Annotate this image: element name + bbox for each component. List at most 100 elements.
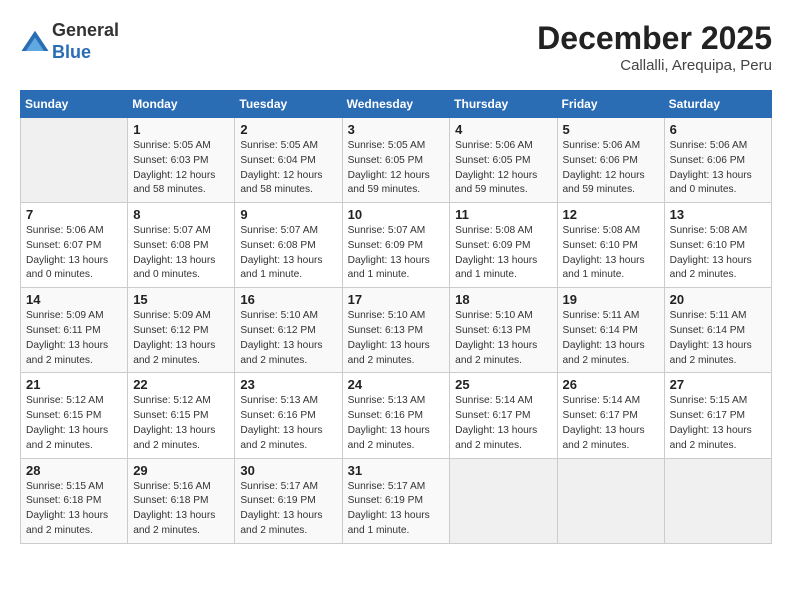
calendar-cell: 18 Sunrise: 5:10 AM Sunset: 6:13 PM Dayli… [450, 288, 557, 373]
day-of-week-saturday: Saturday [664, 91, 771, 118]
calendar-cell [21, 118, 128, 203]
calendar-cell: 5Sunrise: 5:06 AM Sunset: 6:06 PM Daylig… [557, 118, 664, 203]
calendar-cell: 10 Sunrise: 5:07 AM Sunset: 6:09 PM Dayli… [342, 203, 450, 288]
day-info: Sunrise: 5:10 AM Sunset: 6:13 PM Dayligh… [455, 309, 551, 368]
calendar-cell: 9 Sunrise: 5:07 AM Sunset: 6:08 PM Daylig… [235, 203, 342, 288]
day-number: 12 [563, 207, 659, 222]
day-info: Sunrise: 5:15 AM Sunset: 6:17 PM Dayligh… [670, 394, 766, 453]
calendar-header: SundayMondayTuesdayWednesdayThursdayFrid… [21, 91, 772, 118]
day-number: 24 [348, 377, 445, 392]
logo-blue: Blue [52, 42, 119, 64]
day-number: 18 [455, 292, 551, 307]
week-row-1: 1 Sunrise: 5:05 AM Sunset: 6:03 PM Daylig… [21, 118, 772, 203]
week-row-4: 21 Sunrise: 5:12 AM Sunset: 6:15 PM Dayli… [21, 373, 772, 458]
day-info: Sunrise: 5:15 AM Sunset: 6:18 PM Dayligh… [26, 480, 122, 539]
calendar-cell: 14 Sunrise: 5:09 AM Sunset: 6:11 PM Dayli… [21, 288, 128, 373]
day-info: Sunrise: 5:17 AM Sunset: 6:19 PM Dayligh… [348, 480, 445, 539]
calendar-cell: 27Sunrise: 5:15 AM Sunset: 6:17 PM Dayli… [664, 373, 771, 458]
calendar-cell: 8 Sunrise: 5:07 AM Sunset: 6:08 PM Daylig… [128, 203, 235, 288]
day-number: 23 [240, 377, 336, 392]
calendar-cell: 16 Sunrise: 5:10 AM Sunset: 6:12 PM Dayli… [235, 288, 342, 373]
calendar-body: 1 Sunrise: 5:05 AM Sunset: 6:03 PM Daylig… [21, 118, 772, 544]
day-number: 31 [348, 463, 445, 478]
day-of-week-thursday: Thursday [450, 91, 557, 118]
calendar-table: SundayMondayTuesdayWednesdayThursdayFrid… [20, 90, 772, 544]
day-number: 8 [133, 207, 229, 222]
calendar-cell: 15Sunrise: 5:09 AM Sunset: 6:12 PM Dayli… [128, 288, 235, 373]
day-info: Sunrise: 5:06 AM Sunset: 6:07 PM Dayligh… [26, 224, 122, 283]
day-info: Sunrise: 5:07 AM Sunset: 6:08 PM Dayligh… [133, 224, 229, 283]
calendar-cell: 31 Sunrise: 5:17 AM Sunset: 6:19 PM Dayli… [342, 458, 450, 543]
calendar-cell: 12 Sunrise: 5:08 AM Sunset: 6:10 PM Dayli… [557, 203, 664, 288]
week-row-2: 7 Sunrise: 5:06 AM Sunset: 6:07 PM Daylig… [21, 203, 772, 288]
calendar-cell: 28 Sunrise: 5:15 AM Sunset: 6:18 PM Dayli… [21, 458, 128, 543]
location: Callalli, Arequipa, Peru [537, 57, 772, 74]
month-title: December 2025 [537, 20, 772, 57]
day-info: Sunrise: 5:16 AM Sunset: 6:18 PM Dayligh… [133, 480, 229, 539]
day-info: Sunrise: 5:14 AM Sunset: 6:17 PM Dayligh… [563, 394, 659, 453]
calendar-cell: 6Sunrise: 5:06 AM Sunset: 6:06 PM Daylig… [664, 118, 771, 203]
calendar-cell: 24 Sunrise: 5:13 AM Sunset: 6:16 PM Dayli… [342, 373, 450, 458]
logo-general: General [52, 20, 119, 42]
day-number: 19 [563, 292, 659, 307]
day-number: 25 [455, 377, 551, 392]
calendar-cell: 7 Sunrise: 5:06 AM Sunset: 6:07 PM Daylig… [21, 203, 128, 288]
day-of-week-sunday: Sunday [21, 91, 128, 118]
calendar-cell: 30Sunrise: 5:17 AM Sunset: 6:19 PM Dayli… [235, 458, 342, 543]
day-number: 29 [133, 463, 229, 478]
calendar-cell [664, 458, 771, 543]
day-info: Sunrise: 5:05 AM Sunset: 6:05 PM Dayligh… [348, 139, 445, 198]
day-number: 16 [240, 292, 336, 307]
day-number: 1 [133, 122, 229, 137]
day-of-week-friday: Friday [557, 91, 664, 118]
calendar-cell [450, 458, 557, 543]
day-number: 2 [240, 122, 336, 137]
calendar-cell: 2 Sunrise: 5:05 AM Sunset: 6:04 PM Daylig… [235, 118, 342, 203]
day-number: 22 [133, 377, 229, 392]
day-number: 11 [455, 207, 551, 222]
day-number: 7 [26, 207, 122, 222]
day-info: Sunrise: 5:05 AM Sunset: 6:03 PM Dayligh… [133, 139, 229, 198]
calendar-cell: 23 Sunrise: 5:13 AM Sunset: 6:16 PM Dayli… [235, 373, 342, 458]
calendar-cell: 21 Sunrise: 5:12 AM Sunset: 6:15 PM Dayli… [21, 373, 128, 458]
logo: General Blue [20, 20, 119, 63]
day-number: 15 [133, 292, 229, 307]
day-info: Sunrise: 5:06 AM Sunset: 6:05 PM Dayligh… [455, 139, 551, 198]
day-number: 17 [348, 292, 445, 307]
day-info: Sunrise: 5:13 AM Sunset: 6:16 PM Dayligh… [240, 394, 336, 453]
day-of-week-tuesday: Tuesday [235, 91, 342, 118]
day-number: 26 [563, 377, 659, 392]
day-info: Sunrise: 5:11 AM Sunset: 6:14 PM Dayligh… [563, 309, 659, 368]
calendar-cell: 20Sunrise: 5:11 AM Sunset: 6:14 PM Dayli… [664, 288, 771, 373]
day-number: 4 [455, 122, 551, 137]
calendar-cell: 4 Sunrise: 5:06 AM Sunset: 6:05 PM Daylig… [450, 118, 557, 203]
calendar-cell: 3Sunrise: 5:05 AM Sunset: 6:05 PM Daylig… [342, 118, 450, 203]
calendar-cell: 29 Sunrise: 5:16 AM Sunset: 6:18 PM Dayli… [128, 458, 235, 543]
day-info: Sunrise: 5:13 AM Sunset: 6:16 PM Dayligh… [348, 394, 445, 453]
calendar-cell: 13 Sunrise: 5:08 AM Sunset: 6:10 PM Dayli… [664, 203, 771, 288]
day-info: Sunrise: 5:05 AM Sunset: 6:04 PM Dayligh… [240, 139, 336, 198]
calendar-cell: 22Sunrise: 5:12 AM Sunset: 6:15 PM Dayli… [128, 373, 235, 458]
calendar-cell: 17Sunrise: 5:10 AM Sunset: 6:13 PM Dayli… [342, 288, 450, 373]
day-number: 20 [670, 292, 766, 307]
day-info: Sunrise: 5:08 AM Sunset: 6:10 PM Dayligh… [563, 224, 659, 283]
day-info: Sunrise: 5:08 AM Sunset: 6:10 PM Dayligh… [670, 224, 766, 283]
day-number: 21 [26, 377, 122, 392]
day-number: 14 [26, 292, 122, 307]
day-number: 10 [348, 207, 445, 222]
title-block: December 2025 Callalli, Arequipa, Peru [537, 20, 772, 74]
day-info: Sunrise: 5:07 AM Sunset: 6:08 PM Dayligh… [240, 224, 336, 283]
calendar-cell: 11 Sunrise: 5:08 AM Sunset: 6:09 PM Dayli… [450, 203, 557, 288]
day-info: Sunrise: 5:09 AM Sunset: 6:11 PM Dayligh… [26, 309, 122, 368]
day-number: 13 [670, 207, 766, 222]
day-info: Sunrise: 5:10 AM Sunset: 6:12 PM Dayligh… [240, 309, 336, 368]
day-info: Sunrise: 5:07 AM Sunset: 6:09 PM Dayligh… [348, 224, 445, 283]
day-info: Sunrise: 5:08 AM Sunset: 6:09 PM Dayligh… [455, 224, 551, 283]
day-number: 30 [240, 463, 336, 478]
day-number: 9 [240, 207, 336, 222]
day-number: 28 [26, 463, 122, 478]
day-info: Sunrise: 5:12 AM Sunset: 6:15 PM Dayligh… [26, 394, 122, 453]
day-number: 5 [563, 122, 659, 137]
day-of-week-monday: Monday [128, 91, 235, 118]
day-of-week-wednesday: Wednesday [342, 91, 450, 118]
